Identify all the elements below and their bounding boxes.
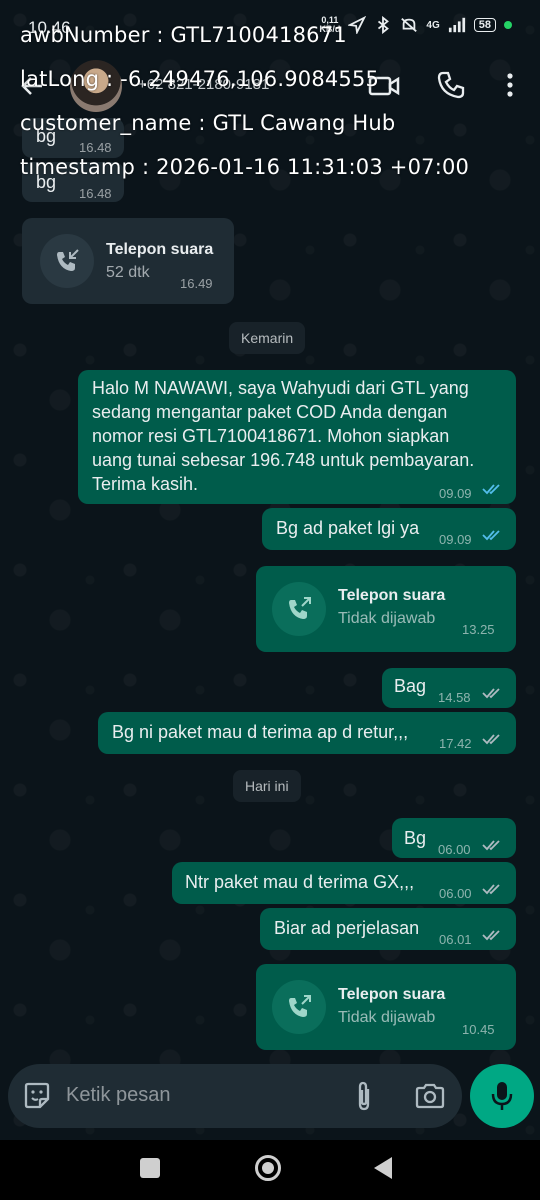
message-time: 06.00 bbox=[439, 886, 472, 901]
message-bubble-outgoing[interactable]: Halo M NAWAWI, saya Wahyudi dari GTL yan… bbox=[78, 370, 516, 504]
call-bubble-incoming[interactable]: Telepon suara 52 dtk 16.49 bbox=[22, 218, 234, 304]
message-bubble-outgoing[interactable]: Bg ni paket mau d terima ap d retur,,, 1… bbox=[98, 712, 516, 754]
incoming-call-icon bbox=[57, 249, 79, 271]
message-text: Halo M NAWAWI, saya Wahyudi dari GTL yan… bbox=[92, 378, 475, 494]
voice-record-button[interactable] bbox=[470, 1064, 534, 1128]
delivered-receipt-icon bbox=[482, 840, 500, 851]
message-time: 17.42 bbox=[439, 736, 472, 751]
message-bubble-outgoing[interactable]: Bag 14.58 bbox=[382, 668, 516, 708]
network-type: 4G bbox=[426, 19, 440, 31]
message-text: Biar ad perjelasan bbox=[274, 918, 420, 938]
message-time: 16.49 bbox=[180, 276, 213, 291]
message-input[interactable]: Ketik pesan bbox=[66, 1084, 171, 1107]
message-bubble-outgoing[interactable]: Ntr paket mau d terima GX,,, 06.00 bbox=[172, 862, 516, 904]
outgoing-call-icon bbox=[289, 597, 311, 619]
date-separator: Kemarin bbox=[229, 322, 306, 354]
message-time: 10.45 bbox=[462, 1022, 495, 1037]
location-icon bbox=[348, 16, 367, 34]
more-options-icon[interactable] bbox=[498, 70, 522, 100]
message-time: 09.09 bbox=[439, 486, 472, 501]
voice-call-icon[interactable] bbox=[436, 70, 466, 100]
outgoing-call-icon bbox=[289, 995, 311, 1017]
delivered-receipt-icon bbox=[482, 688, 500, 699]
privacy-indicator-dot bbox=[504, 21, 512, 29]
back-triangle-icon[interactable] bbox=[374, 1157, 392, 1179]
call-icon-circle bbox=[272, 980, 326, 1034]
overlay-awb-number: awbNumber : GTL7100418671 bbox=[20, 23, 347, 47]
battery-icon: 58 bbox=[473, 18, 496, 32]
home-icon[interactable] bbox=[255, 1155, 281, 1181]
message-time: 06.01 bbox=[439, 932, 472, 947]
call-bubble-outgoing[interactable]: Telepon suara Tidak dijawab 10.45 bbox=[256, 964, 516, 1050]
call-title: Telepon suara bbox=[338, 587, 446, 604]
mute-icon bbox=[401, 18, 418, 32]
overlay-timestamp: timestamp : 2026-01-16 11:31:03 +07:00 bbox=[20, 155, 470, 179]
message-text: Bg ad paket lgi ya bbox=[276, 518, 420, 538]
recent-apps-icon[interactable] bbox=[140, 1158, 160, 1178]
message-text: Bag bbox=[394, 676, 427, 696]
delivered-receipt-icon bbox=[482, 734, 500, 745]
call-icon-circle bbox=[272, 582, 326, 636]
date-separator: Hari ini bbox=[233, 770, 301, 802]
call-title: Telepon suara bbox=[338, 986, 446, 1003]
message-text: Ntr paket mau d terima GX,,, bbox=[185, 872, 415, 892]
message-time: 13.25 bbox=[462, 622, 495, 637]
camera-icon[interactable] bbox=[414, 1082, 446, 1110]
message-time: 09.09 bbox=[439, 532, 472, 547]
message-time: 14.58 bbox=[438, 690, 471, 705]
microphone-icon bbox=[491, 1082, 513, 1110]
message-bubble-outgoing[interactable]: Biar ad perjelasan 06.01 bbox=[260, 908, 516, 950]
call-title: Telepon suara bbox=[106, 241, 214, 258]
message-time: 06.00 bbox=[438, 842, 471, 857]
message-time: 16.48 bbox=[79, 186, 112, 201]
overlay-customer-name: customer_name : GTL Cawang Hub bbox=[20, 111, 396, 135]
sticker-icon[interactable] bbox=[22, 1081, 52, 1111]
attach-icon[interactable] bbox=[350, 1080, 378, 1112]
call-icon-circle bbox=[40, 234, 94, 288]
delivered-receipt-icon bbox=[482, 884, 500, 895]
call-status: Tidak dijawab bbox=[338, 610, 436, 627]
overlay-lat-long: latLong : -6.249476,106.9084555 bbox=[20, 67, 380, 91]
delivered-receipt-icon bbox=[482, 930, 500, 941]
call-duration: 52 dtk bbox=[106, 264, 150, 281]
bluetooth-icon bbox=[378, 16, 390, 34]
message-bubble-outgoing[interactable]: Bg 06.00 bbox=[392, 818, 516, 858]
read-receipt-icon bbox=[482, 530, 500, 541]
message-bubble-outgoing[interactable]: Bg ad paket lgi ya 09.09 bbox=[262, 508, 516, 550]
system-nav-bar bbox=[0, 1140, 540, 1200]
read-receipt-icon bbox=[482, 484, 500, 495]
signal-icon bbox=[448, 17, 465, 33]
call-status: Tidak dijawab bbox=[338, 1009, 436, 1026]
status-icons: 0,11 KB/d 4G 58 bbox=[319, 16, 512, 34]
call-bubble-outgoing[interactable]: Telepon suara Tidak dijawab 13.25 bbox=[256, 566, 516, 652]
message-text: Bg ni paket mau d terima ap d retur,,, bbox=[112, 722, 409, 742]
message-text: Bg bbox=[404, 828, 427, 848]
message-input-bar: Ketik pesan bbox=[8, 1064, 462, 1128]
